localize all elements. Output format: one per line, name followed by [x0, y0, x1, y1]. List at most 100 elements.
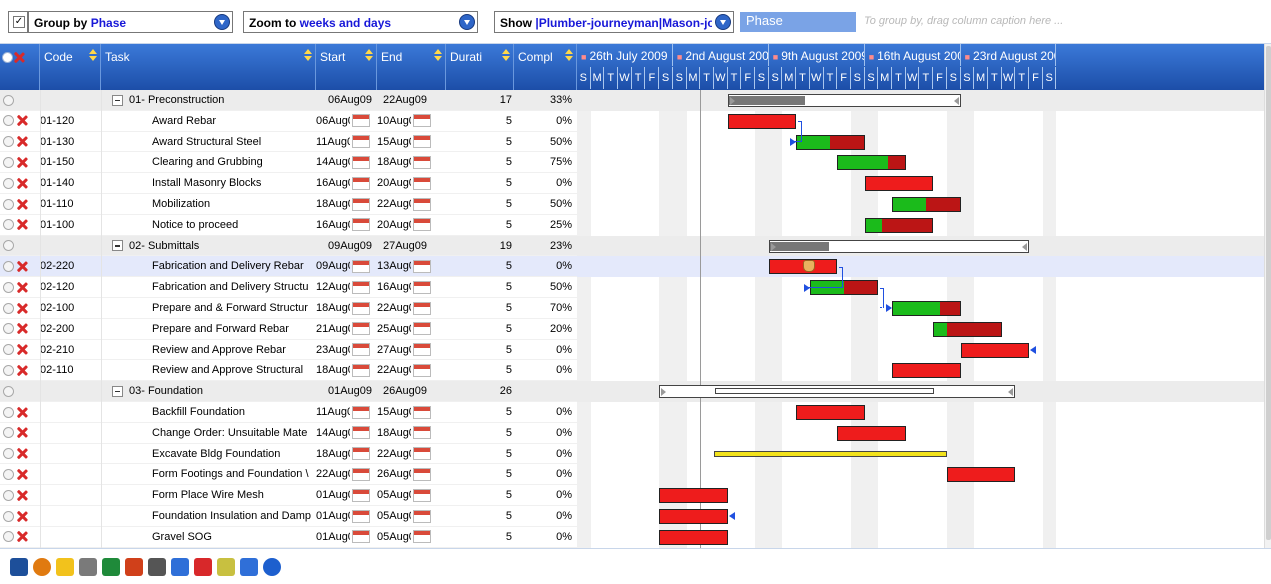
- info-icon[interactable]: [263, 558, 281, 576]
- calendar-icon[interactable]: [413, 322, 431, 336]
- task-start-date[interactable]: 22Aug0: [316, 464, 372, 484]
- delete-task-icon[interactable]: [16, 490, 27, 501]
- group-column-chip[interactable]: Phase: [740, 12, 856, 32]
- delete-task-icon[interactable]: [16, 448, 27, 459]
- task-start-date[interactable]: 01Aug0: [316, 506, 372, 526]
- task-end-date[interactable]: 22Aug09: [377, 90, 433, 110]
- task-row[interactable]: Form Place Wire Mesh 01Aug0 05Aug0 5 0%: [0, 485, 577, 506]
- task-bar[interactable]: [796, 405, 865, 420]
- task-bar[interactable]: [659, 529, 728, 545]
- task-start-date[interactable]: 16Aug0: [316, 215, 372, 235]
- delete-task-icon[interactable]: [16, 469, 27, 480]
- calendar-icon[interactable]: [413, 343, 431, 357]
- task-row[interactable]: Form Footings and Foundation \ 22Aug0 26Au…: [0, 464, 577, 486]
- task-row[interactable]: 02-100 Prepare and & Forward Structur 18Au…: [0, 298, 577, 319]
- task-row[interactable]: Foundation Insulation and Damp 01Aug0 05Au…: [0, 506, 577, 527]
- group-summary-bar[interactable]: [727, 94, 961, 107]
- calendar-icon[interactable]: [413, 447, 431, 461]
- expand-all-icon[interactable]: [171, 558, 189, 576]
- chevron-down-icon[interactable]: [715, 14, 731, 30]
- task-start-date[interactable]: 14Aug0: [316, 152, 372, 172]
- group-summary-bar[interactable]: [659, 385, 1016, 399]
- calendar-icon[interactable]: [413, 280, 431, 294]
- delete-task-icon[interactable]: [16, 365, 27, 376]
- task-start-date[interactable]: 09Aug09: [316, 236, 372, 256]
- calendar-icon[interactable]: [352, 301, 370, 315]
- task-row[interactable]: 01-120 Award Rebar 06Aug0 10Aug0 5 0%: [0, 111, 577, 132]
- calendar-icon[interactable]: [352, 218, 370, 232]
- task-end-date[interactable]: 22Aug0: [377, 444, 433, 464]
- scrollbar-thumb[interactable]: [1266, 46, 1271, 540]
- chevron-down-icon[interactable]: [459, 14, 475, 30]
- task-start-date[interactable]: 11Aug0: [316, 132, 372, 152]
- task-bar[interactable]: [837, 155, 906, 171]
- refresh-icon[interactable]: [33, 558, 51, 576]
- delete-task-icon[interactable]: [16, 303, 27, 314]
- task-end-date[interactable]: 05Aug0: [377, 527, 433, 547]
- sort-icon[interactable]: [304, 49, 312, 63]
- delete-task-icon[interactable]: [16, 199, 27, 210]
- task-end-date[interactable]: 26Aug0: [377, 464, 433, 484]
- delete-task-icon[interactable]: [16, 115, 27, 126]
- task-start-date[interactable]: 01Aug0: [316, 485, 372, 505]
- delete-task-icon[interactable]: [16, 511, 27, 522]
- task-row[interactable]: 01-130 Award Structural Steel 11Aug0 15Aug0…: [0, 132, 577, 153]
- task-end-date[interactable]: 15Aug0: [377, 132, 433, 152]
- delete-task-icon[interactable]: [16, 531, 27, 542]
- task-end-date[interactable]: 26Aug09: [377, 381, 433, 401]
- calendar-icon[interactable]: [413, 135, 431, 149]
- task-start-date[interactable]: 18Aug0: [316, 444, 372, 464]
- sort-icon[interactable]: [565, 49, 573, 63]
- calendar-icon[interactable]: [352, 363, 370, 377]
- task-row[interactable]: 01-150 Clearing and Grubbing 14Aug0 18Aug0 5…: [0, 152, 577, 174]
- delete-task-icon[interactable]: [16, 427, 27, 438]
- task-end-date[interactable]: 20Aug0: [377, 173, 433, 193]
- task-start-date[interactable]: 12Aug0: [316, 277, 372, 297]
- task-row[interactable]: 02-220 Fabrication and Delivery Rebar 09Au…: [0, 256, 577, 278]
- delete-task-icon[interactable]: [16, 136, 27, 147]
- calendar-icon[interactable]: [413, 176, 431, 190]
- show-resources-dropdown[interactable]: Show |Plumber-journeyman|Mason-jo: [494, 11, 734, 33]
- group-summary-bar[interactable]: [768, 239, 1030, 253]
- delete-task-icon[interactable]: [16, 407, 27, 418]
- delete-task-icon[interactable]: [16, 219, 27, 230]
- task-bar[interactable]: [796, 134, 865, 150]
- calendar-icon[interactable]: [413, 405, 431, 419]
- column-header-end[interactable]: End: [377, 44, 446, 90]
- chevron-down-icon[interactable]: [214, 14, 230, 30]
- task-bar[interactable]: [946, 467, 1016, 483]
- task-bar[interactable]: [892, 363, 961, 379]
- column-chooser-icon[interactable]: [217, 558, 235, 576]
- task-row[interactable]: 02-200 Prepare and Forward Rebar 21Aug0 25A…: [0, 319, 577, 340]
- task-end-date[interactable]: 22Aug0: [377, 298, 433, 318]
- calendar-icon[interactable]: [352, 114, 370, 128]
- task-end-date[interactable]: 18Aug0: [377, 423, 433, 443]
- task-row[interactable]: Change Order: Unsuitable Mate 14Aug0 18Aug…: [0, 423, 577, 444]
- calendar-icon[interactable]: [413, 114, 431, 128]
- task-bar[interactable]: [659, 509, 728, 524]
- vertical-scrollbar[interactable]: [1264, 44, 1271, 548]
- task-start-date[interactable]: 18Aug0: [316, 194, 372, 214]
- task-end-date[interactable]: 05Aug0: [377, 485, 433, 505]
- calendar-icon[interactable]: [352, 530, 370, 544]
- calendar-icon[interactable]: [413, 197, 431, 211]
- calendar-icon[interactable]: [413, 467, 431, 481]
- calendar-icon[interactable]: [413, 218, 431, 232]
- collapse-all-icon[interactable]: [194, 558, 212, 576]
- sort-icon[interactable]: [365, 49, 373, 63]
- task-bar[interactable]: [714, 450, 947, 457]
- column-header-code[interactable]: Code: [40, 44, 101, 90]
- group-row[interactable]: 01- Preconstruction 06Aug09 22Aug09 17 33%: [0, 90, 577, 111]
- calendar-icon[interactable]: [352, 488, 370, 502]
- column-header-task[interactable]: Task: [101, 44, 316, 90]
- task-end-date[interactable]: 27Aug0: [377, 340, 433, 360]
- drag-hand-icon[interactable]: [803, 260, 816, 273]
- calendar-icon[interactable]: [352, 509, 370, 523]
- delete-task-icon[interactable]: [16, 344, 27, 355]
- calendar-icon[interactable]: [352, 405, 370, 419]
- note-icon[interactable]: [56, 558, 74, 576]
- calendar-icon[interactable]: [352, 155, 370, 169]
- sort-icon[interactable]: [125, 558, 143, 576]
- print-icon[interactable]: [79, 558, 97, 576]
- task-end-date[interactable]: 22Aug0: [377, 194, 433, 214]
